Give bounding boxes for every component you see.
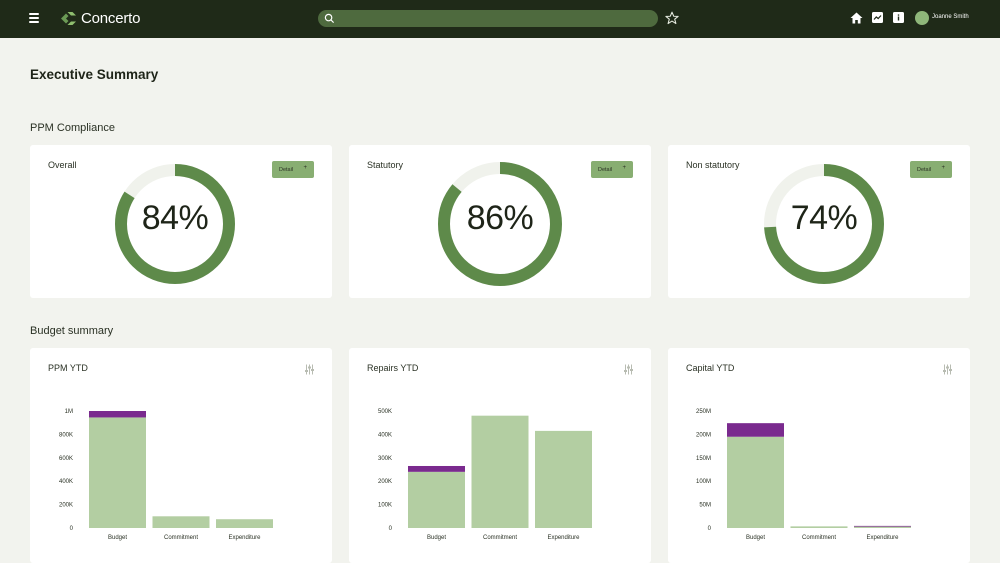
y-tick-label: 50M: [699, 503, 711, 509]
y-tick-label: 200K: [378, 479, 392, 485]
x-category-label: Commitment: [164, 535, 198, 541]
plus-icon: +: [941, 165, 945, 171]
bar-overrun[interactable]: [89, 411, 146, 418]
x-category-label: Expenditure: [228, 535, 261, 541]
y-tick-label: 800K: [59, 432, 73, 438]
user-name[interactable]: Joanne Smith: [932, 14, 969, 20]
compliance-value: 74%: [790, 199, 858, 237]
sliders-icon[interactable]: [623, 364, 634, 375]
y-tick-label: 1M: [65, 409, 73, 415]
y-tick-label: 150M: [696, 456, 711, 462]
y-tick-label: 100K: [378, 503, 392, 509]
x-category-label: Expenditure: [866, 535, 899, 541]
budget-section-title: Budget summary: [30, 325, 114, 337]
budget-chart: 0 50M 100M 150M 200M 250M Budget Commitment Expe…: [696, 409, 911, 541]
compliance-value: 84%: [141, 199, 209, 237]
budget-card-ppm: 0 200K 400K 600K 800K 1M Budget Commitment Expen…: [30, 348, 332, 563]
card-label: Overall: [48, 160, 77, 170]
bar-primary[interactable]: [854, 526, 911, 528]
y-tick-label: 0: [389, 526, 393, 532]
y-tick-label: 0: [708, 526, 712, 532]
budget-card-capital: 0 50M 100M 150M 200M 250M Budget Commitment Expe…: [668, 348, 970, 563]
compliance-value: 86%: [466, 199, 534, 237]
x-category-label: Budget: [108, 535, 127, 541]
x-category-label: Expenditure: [547, 535, 580, 541]
budget-chart: 0 200K 400K 600K 800K 1M Budget Commitment Expen…: [59, 409, 273, 541]
detail-button-label: Detail: [279, 166, 294, 173]
sliders-icon[interactable]: [942, 364, 953, 375]
concerto-logo-icon: [61, 12, 76, 25]
analytics-icon[interactable]: [872, 12, 883, 23]
compliance-card-statutory: Statutory Detail + 86%: [349, 145, 651, 298]
detail-button-label: Detail: [598, 166, 613, 173]
y-tick-label: 100M: [696, 479, 711, 485]
card-label: Repairs YTD: [367, 363, 419, 373]
detail-button[interactable]: Detail +: [591, 161, 633, 178]
y-tick-label: 300K: [378, 456, 392, 462]
bar-primary[interactable]: [152, 516, 210, 528]
bar-overrun[interactable]: [408, 465, 465, 472]
avatar[interactable]: [915, 11, 929, 25]
card-label: PPM YTD: [48, 363, 88, 373]
bar-primary[interactable]: [790, 526, 848, 528]
card-label: Non statutory: [686, 160, 740, 170]
compliance-card-non-statutory: Non statutory Detail + 74%: [668, 145, 970, 298]
y-tick-label: 600K: [59, 456, 73, 462]
bar-primary[interactable]: [216, 519, 273, 528]
y-tick-label: 400K: [378, 432, 392, 438]
x-category-label: Budget: [746, 535, 765, 541]
detail-button-label: Detail: [917, 166, 932, 173]
info-icon[interactable]: [893, 12, 904, 23]
page-title: Executive Summary: [30, 67, 159, 82]
bar-primary[interactable]: [727, 436, 784, 528]
budget-card-repairs: 0 100K 200K 300K 400K 500K Budget Commitment Exp…: [349, 348, 651, 563]
y-tick-label: 0: [70, 526, 74, 532]
y-tick-label: 500K: [378, 409, 392, 415]
y-tick-label: 200K: [59, 503, 73, 509]
budget-chart: 0 100K 200K 300K 400K 500K Budget Commitment Exp…: [378, 409, 592, 541]
search-icon: [324, 13, 335, 24]
y-tick-label: 400K: [59, 479, 73, 485]
plus-icon: +: [303, 165, 307, 171]
bar-overrun[interactable]: [854, 525, 911, 527]
compliance-card-overall: Overall Detail + 84%: [30, 145, 332, 298]
bar-primary[interactable]: [535, 430, 592, 528]
x-category-label: Commitment: [802, 535, 836, 541]
detail-button[interactable]: Detail +: [910, 161, 952, 178]
y-tick-label: 250M: [696, 409, 711, 415]
star-icon[interactable]: [665, 11, 679, 25]
search-bar[interactable]: [318, 10, 658, 27]
y-tick-label: 200M: [696, 432, 711, 438]
app-logo[interactable]: Concerto: [60, 10, 140, 27]
x-category-label: Budget: [427, 535, 446, 541]
card-label: Statutory: [367, 160, 404, 170]
bar-primary[interactable]: [408, 471, 465, 528]
card-label: Capital YTD: [686, 363, 735, 373]
compliance-section-title: PPM Compliance: [30, 122, 115, 134]
bar-primary[interactable]: [471, 415, 529, 528]
menu-icon[interactable]: [29, 13, 39, 23]
x-category-label: Commitment: [483, 535, 517, 541]
top-bar: Concerto Joanne Smith: [0, 0, 1000, 38]
sliders-icon[interactable]: [304, 364, 315, 375]
plus-icon: +: [622, 165, 626, 171]
app-name: Concerto: [81, 10, 141, 27]
home-icon[interactable]: [850, 12, 863, 24]
bar-overrun[interactable]: [727, 423, 784, 437]
bar-primary[interactable]: [89, 417, 146, 528]
detail-button[interactable]: Detail +: [272, 161, 314, 178]
search-input[interactable]: [338, 10, 650, 27]
